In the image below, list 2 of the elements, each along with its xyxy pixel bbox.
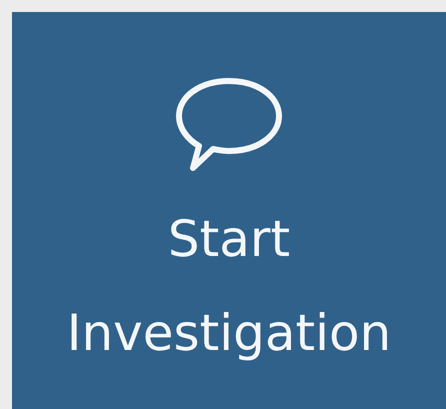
- start-investigation-button[interactable]: Start Investigation: [12, 12, 446, 409]
- speech-bubble-icon: [173, 76, 285, 174]
